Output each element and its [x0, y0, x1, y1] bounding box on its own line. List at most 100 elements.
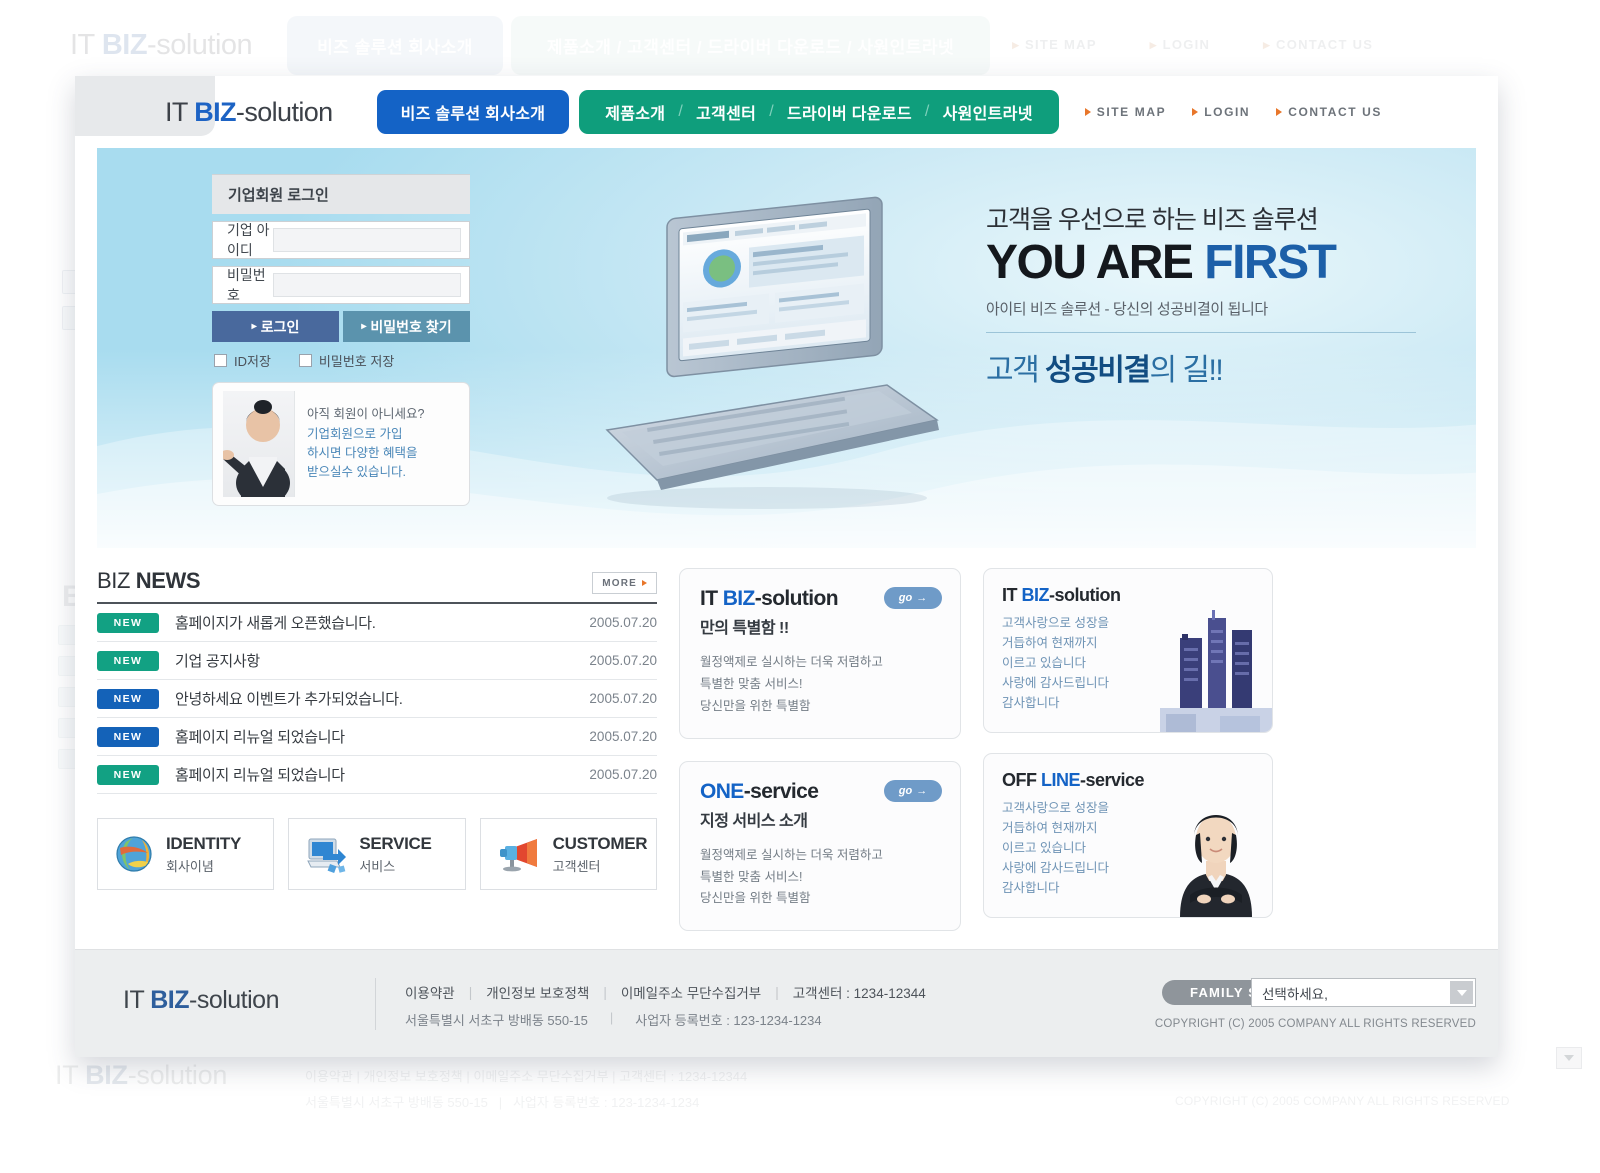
news-title-text: 기업 공지사항: [175, 653, 260, 670]
nav-tab-company-intro[interactable]: 비즈 솔루션 회사소개: [376, 90, 570, 134]
nav-item-employee-intranet[interactable]: 사원인트라넷: [943, 100, 1033, 124]
news-title-text: 홈페이지가 새롭게 오픈했습니다.: [175, 615, 376, 632]
biz-news-more-button[interactable]: MORE: [592, 572, 657, 594]
go-button[interactable]: go →: [884, 587, 942, 609]
utility-nav: SITE MAP LOGIN CONTACT US: [1084, 105, 1382, 119]
hero-tagline: 고객 성공비결의 길!!: [986, 353, 1224, 387]
nav-item-driver-download[interactable]: 드라이버 다운로드: [787, 100, 912, 124]
arrow-right-icon: →: [916, 784, 928, 797]
shortcut-label: SERVICE 서비스: [359, 833, 432, 874]
hero-divider: [986, 331, 1416, 333]
card-heading: IT BIZ-solution: [1002, 585, 1121, 605]
news-title-text: 홈페이지 리뉴얼 되었습니다: [175, 767, 345, 784]
nav-separator: /: [769, 103, 774, 120]
news-row[interactable]: NEW 안녕하세요 이벤트가 추가되었습니다. 2005.07.20: [97, 680, 657, 718]
ghost-nav-group: 제품소개 / 고객센터 / 드라이버 다운로드 / 사원인트라넷: [510, 15, 991, 75]
card-company-growth[interactable]: IT BIZ-solution 고객사랑으로 성장을 거듭하여 현재까지 이르고…: [983, 568, 1273, 733]
ghost-footer-address: 서울특별시 서초구 방배동 550-15 | 사업자 등록번호 : 123-12…: [305, 1095, 700, 1110]
arrow-icon: [1276, 108, 1283, 116]
find-password-button[interactable]: ▸ 비밀번호 찾기: [343, 311, 470, 342]
footer-link-email-reject[interactable]: 이메일주소 무단수집거부: [621, 982, 761, 1002]
news-row[interactable]: NEW 홈페이지가 새롭게 오픈했습니다. 2005.07.20: [97, 604, 657, 642]
news-row[interactable]: NEW 홈페이지 리뉴얼 되었습니다 2005.07.20: [97, 718, 657, 756]
new-badge: NEW: [97, 688, 159, 709]
site-logo[interactable]: IT BIZ-solution: [165, 97, 333, 128]
globe-icon: [116, 836, 152, 872]
news-date: 2005.07.20: [589, 691, 657, 706]
footer-address-row: 서울특별시 서초구 방배동 550-15 | 사업자 등록번호 : 123-12…: [405, 1010, 822, 1029]
site-window: IT BIZ-solution 비즈 솔루션 회사소개 제품소개 / 고객센터 …: [75, 76, 1498, 1057]
news-date: 2005.07.20: [589, 653, 657, 668]
arrow-icon: [642, 580, 647, 586]
biz-news-panel: BIZ NEWS MORE NEW 홈페이지가 새롭게 오픈했습니다. 2005…: [97, 568, 657, 931]
card-subheading: 만의 특별함 !!: [700, 620, 789, 637]
utility-link-login[interactable]: LOGIN: [1192, 105, 1250, 119]
login-id-input[interactable]: [273, 228, 461, 252]
nav-item-customer-center[interactable]: 고객센터: [696, 100, 756, 124]
ghost-logo: IT BIZ-solution: [70, 28, 253, 61]
arrow-icon: ▸: [361, 321, 367, 332]
utility-link-contact-us[interactable]: CONTACT US: [1276, 105, 1382, 119]
save-id-checkbox[interactable]: ID저장: [214, 351, 271, 370]
card-heading: OFF LINE-service: [1002, 770, 1145, 790]
site-header: IT BIZ-solution 비즈 솔루션 회사소개 제품소개 / 고객센터 …: [75, 76, 1498, 148]
login-password-input[interactable]: [273, 273, 461, 297]
scroll-down-stub[interactable]: [1556, 1047, 1582, 1069]
login-submit-button[interactable]: ▸ 로그인: [212, 311, 339, 342]
arrow-icon: [1084, 108, 1091, 116]
hero-copy: 고객을 우선으로 하는 비즈 솔루션 YOU ARE FIRST 아이티 비즈 …: [986, 200, 1416, 389]
news-date: 2005.07.20: [589, 729, 657, 744]
footer-address: 서울특별시 서초구 방배동 550-15: [405, 1013, 588, 1028]
news-title-text: 홈페이지 리뉴얼 되었습니다: [175, 729, 345, 746]
login-id-label: 기업 아이디: [227, 222, 270, 258]
shortcut-label: IDENTITY 회사이념: [166, 833, 242, 874]
hero-subtext: 아이티 비즈 솔루션 - 당신의 성공비결이 됩니다: [986, 300, 1268, 318]
signup-promo-box[interactable]: 아직 회원이 아니세요? 기업회원으로 가입 하시면 다양한 혜택을 받으실수 …: [212, 382, 470, 506]
footer-separator: |: [468, 984, 473, 1000]
news-row[interactable]: NEW 홈페이지 리뉴얼 되었습니다 2005.07.20: [97, 756, 657, 794]
footer-link-privacy[interactable]: 개인정보 보호정책: [486, 982, 589, 1002]
shortcut-identity[interactable]: IDENTITY 회사이념: [97, 818, 275, 890]
footer-links: 이용약관 | 개인정보 보호정책 | 이메일주소 무단수집거부 | 고객센터 :…: [405, 982, 926, 1002]
new-badge: NEW: [97, 612, 159, 633]
right-card-column: IT BIZ-solution 고객사랑으로 성장을 거듭하여 현재까지 이르고…: [983, 568, 1273, 931]
ghost-footer-links: 이용약관 | 개인정보 보호정책 | 이메일주소 무단수집거부 | 고객센터 :…: [305, 1069, 748, 1084]
footer-separator: |: [775, 984, 779, 1000]
new-badge: NEW: [97, 726, 159, 747]
logo-mark: BIZ: [194, 96, 236, 127]
card-it-biz-solution[interactable]: go → IT BIZ-solution 만의 특별함 !! 월정액제로 실시하…: [679, 568, 961, 739]
news-row[interactable]: NEW 기업 공지사항 2005.07.20: [97, 642, 657, 680]
shortcut-customer[interactable]: CUSTOMER 고객센터: [479, 818, 657, 890]
news-date: 2005.07.20: [589, 615, 657, 630]
chevron-down-icon[interactable]: [1450, 981, 1473, 1004]
shortcut-label: CUSTOMER 고객센터: [552, 833, 648, 874]
nav-separator: /: [678, 103, 684, 120]
hero-english-headline: YOU ARE FIRST: [986, 236, 1337, 289]
footer-copyright: COPYRIGHT (C) 2005 COMPANY ALL RIGHTS RE…: [1154, 1018, 1476, 1030]
ghost-footer-copyright: COPYRIGHT (C) 2005 COMPANY ALL RIGHTS RE…: [1175, 1094, 1510, 1108]
nav-item-products[interactable]: 제품소개: [605, 100, 665, 124]
hero-korean-headline: 고객을 우선으로 하는 비즈 솔루션: [986, 206, 1319, 234]
promo-text: 아직 회원이 아니세요? 기업회원으로 가입 하시면 다양한 혜택을 받으실수 …: [307, 407, 425, 480]
arrow-icon: [1192, 108, 1199, 116]
save-password-checkbox[interactable]: 비밀번호 저장: [298, 351, 394, 370]
card-one-service[interactable]: go → ONE-service 지정 서비스 소개 월정액제로 실시하는 더욱…: [679, 760, 961, 932]
biz-news-title: BIZ NEWS: [97, 568, 201, 593]
news-title-text: 안녕하세요 이벤트가 추가되었습니다.: [175, 691, 403, 708]
login-box-title: 기업회원 로그인: [212, 174, 470, 214]
login-password-row: 비밀번호: [212, 266, 470, 304]
card-offline-service[interactable]: OFF LINE-service 고객사랑으로 성장을 거듭하여 현재까지 이르…: [983, 753, 1273, 918]
footer-separator: |: [609, 1010, 614, 1025]
footer-customer-center: 고객센터 : 1234-12344: [792, 986, 926, 1001]
new-badge: NEW: [97, 650, 159, 671]
shortcut-row: IDENTITY 회사이념 SERVICE 서비스 CUSTOMER 고객센터: [97, 818, 657, 890]
shortcut-service[interactable]: SERVICE 서비스: [288, 818, 466, 890]
footer-separator: |: [603, 984, 607, 1000]
go-button[interactable]: go →: [884, 779, 942, 802]
family-site-select[interactable]: 선택하세요,: [1251, 978, 1476, 1007]
footer-link-terms[interactable]: 이용약관: [405, 982, 455, 1002]
mid-card-column: go → IT BIZ-solution 만의 특별함 !! 월정액제로 실시하…: [679, 568, 961, 932]
logo-prefix: IT: [165, 96, 195, 127]
footer-divider: [375, 978, 376, 1030]
utility-link-site-map[interactable]: SITE MAP: [1084, 105, 1166, 119]
